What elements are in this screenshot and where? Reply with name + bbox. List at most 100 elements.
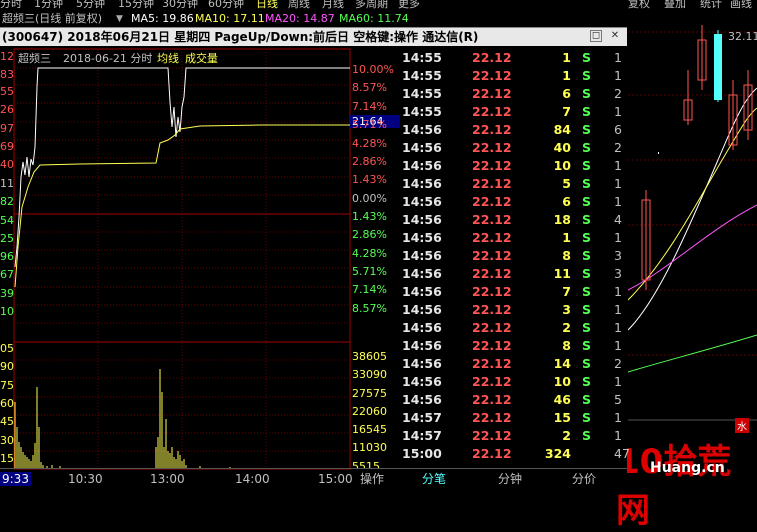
tick-row[interactable]: 14:56 22.12 1 S 1 [402,229,627,247]
tick-row[interactable]: 14:56 22.12 11 S 3 [402,265,627,283]
tick-price: 22.12 [472,212,512,227]
tick-vol: 1 [562,68,571,83]
tick-n: 1 [614,104,622,119]
tab-price[interactable]: 分价 [564,469,604,490]
dropdown-icon[interactable]: ▼ [116,11,123,27]
tick-vol: 11 [553,266,571,281]
price-tick-label: 12 [0,50,14,63]
daily-kline-panel[interactable]: 32.11 水 10拾荒网 Huang.cn [616,0,757,531]
tab-monthly[interactable]: 月线 [322,0,344,10]
kline-chart [627,25,757,421]
tab-weekly[interactable]: 周线 [288,0,310,10]
tab-operate[interactable]: 操作 [352,469,392,490]
tick-n: 1 [614,320,622,335]
tick-flag: S [582,68,592,83]
volume-scale-label: 16545 [352,423,387,436]
tick-row[interactable]: 14:55 22.12 1 S 1 [402,49,627,67]
tab-daily[interactable]: 日线 [256,0,278,10]
ma60-line [627,334,757,373]
tab-ticks[interactable]: 分笔 [414,469,454,490]
close-icon[interactable]: ✕ [609,30,621,42]
tick-flag: S [582,230,592,245]
tick-flag: S [582,104,592,119]
tick-time: 14:56 [402,158,442,173]
ma-indicator-bar: 超频三(日线 前复权) ▼ MA5: 19.86 MA10: 17.11 MA2… [0,11,640,27]
tick-price: 22.12 [472,428,512,443]
price-tick-label: 25 [0,232,14,245]
tick-row[interactable]: 14:56 22.12 8 S 1 [402,337,627,355]
tick-table[interactable]: 14:55 22.12 1 S 1 14:55 22.12 1 S 1 14:55 22.12 6 S 2 1… [402,47,630,472]
tick-row[interactable]: 14:56 22.12 7 S 1 [402,283,627,301]
tick-row[interactable]: 14:56 22.12 10 S 1 [402,373,627,391]
window-title-bar[interactable]: (300647) 2018年06月21日 星期四 PageUp/Down:前后日… [0,28,627,46]
tab-multi-period[interactable]: 多周期 [355,0,388,10]
ma10-line [627,107,757,301]
tick-n: 1 [614,230,622,245]
restore-icon[interactable]: ◻ [590,30,602,42]
tick-row[interactable]: 14:56 22.12 8 S 3 [402,247,627,265]
tab-fenshi[interactable]: 分时 [0,0,22,10]
tick-vol: 8 [562,338,571,353]
price-tick-label: 10 [0,305,14,318]
tick-row[interactable]: 14:56 22.12 14 S 2 [402,355,627,373]
tick-row[interactable]: 14:55 22.12 1 S 1 [402,67,627,85]
tick-time: 14:56 [402,176,442,191]
tick-row[interactable]: 14:56 22.12 46 S 5 [402,391,627,409]
tick-row[interactable]: 14:56 22.12 5 S 1 [402,175,627,193]
tick-row[interactable]: 14:56 22.12 84 S 6 [402,121,627,139]
price-tick-label: 83 [0,68,14,81]
tick-row[interactable]: 14:56 22.12 10 S 1 [402,157,627,175]
tab-1min[interactable]: 1分钟 [34,0,63,10]
tick-vol: 6 [562,86,571,101]
percent-tick-label: 2.86% [352,155,387,168]
tick-n: 3 [614,266,622,281]
tick-price: 22.12 [472,302,512,317]
tick-detail-window: (300647) 2018年06月21日 星期四 PageUp/Down:前后日… [0,27,630,491]
tab-60min[interactable]: 60分钟 [208,0,244,10]
tick-row[interactable]: 14:56 22.12 40 S 2 [402,139,627,157]
volume-scale-label: 11030 [352,441,387,454]
tick-vol: 324 [544,446,571,461]
tick-time: 14:55 [402,86,442,101]
price-tick-label: 54 [0,214,14,227]
tick-price: 22.12 [472,446,512,461]
tick-price: 22.12 [472,86,512,101]
tick-time: 14:55 [402,68,442,83]
tab-minute[interactable]: 分钟 [490,469,530,490]
time-label: 14:00 [235,472,270,486]
tick-vol: 1 [562,230,571,245]
percent-tick-label: 8.57% [352,302,387,315]
tick-price: 22.12 [472,104,512,119]
time-label: 13:00 [150,472,185,486]
tick-row[interactable]: 14:56 22.12 2 S 1 [402,319,627,337]
tick-vol: 46 [553,392,571,407]
price-tick-label: 82 [0,195,14,208]
tab-30min[interactable]: 30分钟 [162,0,198,10]
tick-vol: 2 [562,428,571,443]
tick-price: 22.12 [472,68,512,83]
tick-price: 22.12 [472,248,512,263]
tick-row[interactable]: 14:56 22.12 3 S 1 [402,301,627,319]
tick-n: 1 [614,194,622,209]
tick-vol: 15 [553,410,571,425]
tick-row[interactable]: 14:55 22.12 7 S 1 [402,103,627,121]
tick-vol: 10 [553,158,571,173]
tick-n: 4 [614,212,622,227]
tick-row[interactable]: 14:55 22.12 6 S 2 [402,85,627,103]
volume-tick-label: 05 [0,342,14,355]
tick-row[interactable]: 15:00 22.12 324 47 [402,445,630,463]
tab-more[interactable]: 更多 [398,0,420,10]
tick-row[interactable]: 14:56 22.12 6 S 1 [402,193,627,211]
volume-tick-label: 15 [0,452,14,465]
tab-15min[interactable]: 15分钟 [118,0,154,10]
tick-row[interactable]: 14:56 22.12 18 S 4 [402,211,627,229]
tick-row[interactable]: 14:57 22.12 2 S 1 [402,427,627,445]
tick-flag: S [582,50,592,65]
tick-flag: S [582,356,592,371]
percent-tick-label: 7.14% [352,100,387,113]
tick-vol: 7 [562,284,571,299]
tab-5min[interactable]: 5分钟 [76,0,105,10]
tick-price: 22.12 [472,320,512,335]
percent-tick-label: 0.00% [352,192,387,205]
tick-row[interactable]: 14:57 22.12 15 S 1 [402,409,627,427]
